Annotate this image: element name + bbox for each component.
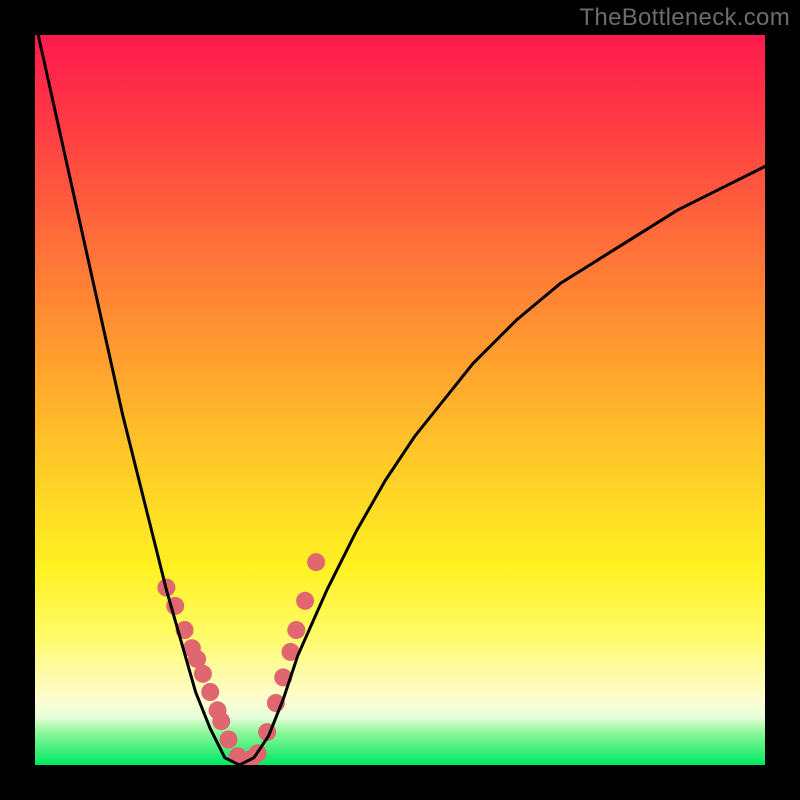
chart-frame: TheBottleneck.com: [0, 0, 800, 800]
scatter-dot: [201, 683, 219, 701]
scatter-dot: [194, 665, 212, 683]
watermark-text: TheBottleneck.com: [579, 4, 790, 32]
scatter-dot: [307, 553, 325, 571]
scatter-dot: [220, 731, 238, 749]
chart-svg: [35, 35, 765, 765]
bottleneck-curve: [35, 35, 765, 765]
scatter-dot: [287, 621, 305, 639]
scatter-dot: [212, 712, 230, 730]
scatter-dot: [296, 592, 314, 610]
plot-area: [35, 35, 765, 765]
scatter-dots: [157, 553, 325, 765]
